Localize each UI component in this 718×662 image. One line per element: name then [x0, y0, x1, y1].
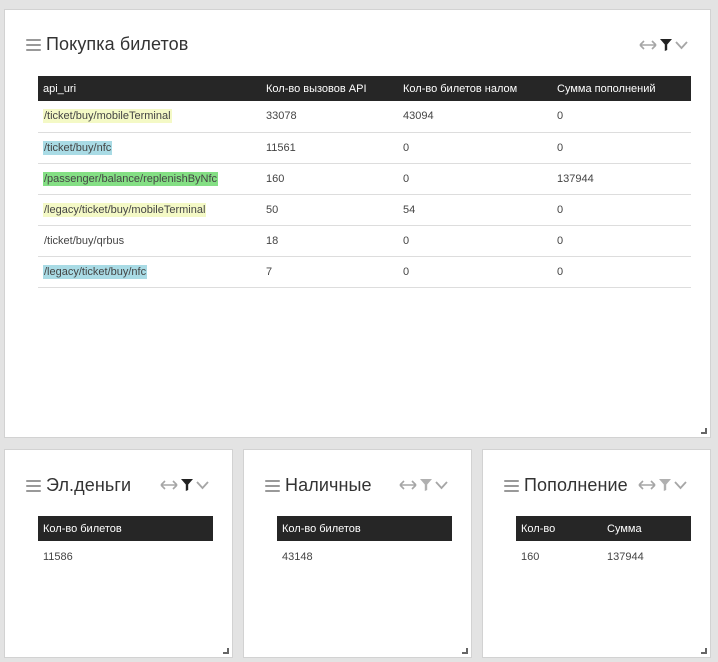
api-calls-cell: 33078: [266, 110, 297, 123]
api-calls-cell: 18: [266, 234, 279, 247]
replenishment-table: Кол-во Сумма 160 137944: [516, 516, 691, 572]
resize-corner-icon[interactable]: [701, 648, 707, 654]
panel-tools: [639, 39, 688, 51]
panel-tools: [399, 479, 448, 491]
panel-ticket-purchase: Покупка билетов api_uri Кол-во вызовов A…: [4, 9, 711, 438]
table-row: 160 137944: [516, 541, 691, 572]
chevron-down-icon[interactable]: [674, 480, 687, 490]
chevron-down-icon[interactable]: [435, 480, 448, 490]
ticket-count-cell: 43148: [282, 550, 313, 563]
api-uri-label: /ticket/buy/mobileTerminal: [43, 109, 172, 124]
panel-electronic-money: Эл.деньги Кол-во билетов 11586: [4, 449, 233, 658]
api-calls-cell: 50: [266, 203, 279, 216]
panel-cash: Наличные Кол-во билетов 43148: [243, 449, 472, 658]
panel-title: Наличные: [285, 475, 372, 495]
table-row: /ticket/buy/mobileTerminal 33078 43094 0: [38, 101, 691, 132]
table-header-row: Кол-во билетов: [277, 516, 452, 541]
count-cell: 160: [521, 550, 540, 563]
table-row: /passenger/balance/replenishByNfc 160 0 137…: [38, 163, 691, 194]
column-header-cash-tickets[interactable]: Кол-во билетов налом: [398, 76, 552, 101]
table-row: /legacy/ticket/buy/nfc 7 0 0: [38, 256, 691, 287]
api-uri-cell: /ticket/buy/nfc: [38, 132, 261, 163]
api-uri-label: /legacy/ticket/buy/mobileTerminal: [43, 202, 207, 217]
panel-tools: [160, 479, 209, 491]
hamburger-menu-icon[interactable]: [504, 479, 519, 492]
filter-funnel-icon[interactable]: [659, 479, 671, 491]
replenish-sum-cell: 0: [557, 203, 564, 216]
chevron-down-icon[interactable]: [196, 480, 209, 490]
resize-corner-icon[interactable]: [223, 648, 229, 654]
table-header-row: Кол-во билетов: [38, 516, 213, 541]
panel-header: Эл.деньги: [26, 475, 131, 496]
table-header-row: Кол-во Сумма: [516, 516, 691, 541]
api-uri-cell: /legacy/ticket/buy/mobileTerminal: [38, 194, 261, 225]
cash-tickets-table: Кол-во билетов 43148: [277, 516, 452, 572]
horizontal-arrows-icon[interactable]: [399, 479, 417, 491]
api-calls-cell: 7: [266, 265, 273, 278]
api-uri-label: /ticket/buy/nfc: [43, 140, 113, 155]
api-uri-cell: /ticket/buy/qrbus: [38, 225, 261, 256]
sum-cell: 137944: [607, 550, 644, 563]
ticket-count-cell: 11586: [43, 550, 73, 563]
replenish-sum-cell: 137944: [557, 172, 594, 185]
filter-funnel-icon[interactable]: [181, 479, 193, 491]
cash-tickets-cell: 0: [403, 234, 410, 247]
panel-header: Покупка билетов: [26, 34, 188, 55]
horizontal-arrows-icon[interactable]: [160, 479, 178, 491]
chevron-down-icon[interactable]: [675, 40, 688, 50]
resize-corner-icon[interactable]: [701, 428, 707, 434]
horizontal-arrows-icon[interactable]: [639, 39, 657, 51]
column-header-api-uri[interactable]: api_uri: [38, 76, 261, 101]
table-row: 43148: [277, 541, 452, 572]
electronic-tickets-table: Кол-во билетов 11586: [38, 516, 213, 572]
api-uri-cell: /passenger/balance/replenishByNfc: [38, 163, 261, 194]
api-uri-label: /passenger/balance/replenishByNfc: [43, 171, 219, 186]
cash-tickets-cell: 0: [403, 141, 410, 154]
column-header-sum[interactable]: Сумма: [602, 516, 691, 541]
hamburger-menu-icon[interactable]: [265, 479, 280, 492]
panel-replenishment: Пополнение Кол-во Сумма 160 137944: [482, 449, 711, 658]
table-row: /legacy/ticket/buy/mobileTerminal 50 54 0: [38, 194, 691, 225]
hamburger-menu-icon[interactable]: [26, 479, 41, 492]
api-calls-cell: 160: [266, 172, 285, 185]
replenish-sum-cell: 0: [557, 141, 564, 154]
column-header-count[interactable]: Кол-во: [516, 516, 602, 541]
resize-corner-icon[interactable]: [462, 648, 468, 654]
filter-funnel-icon[interactable]: [420, 479, 432, 491]
api-uri-label: /ticket/buy/qrbus: [44, 234, 125, 247]
api-uri-label: /legacy/ticket/buy/nfc: [43, 264, 148, 279]
column-header-replenish-sum[interactable]: Сумма пополнений: [552, 76, 691, 101]
panel-header: Наличные: [265, 475, 372, 496]
cash-tickets-cell: 0: [403, 265, 410, 278]
filter-funnel-icon[interactable]: [660, 39, 672, 51]
column-header-ticket-count[interactable]: Кол-во билетов: [277, 516, 452, 541]
cash-tickets-cell: 43094: [403, 110, 434, 123]
api-calls-table: api_uri Кол-во вызовов API Кол-во билето…: [38, 76, 691, 288]
cash-tickets-cell: 0: [403, 172, 410, 185]
replenish-sum-cell: 0: [557, 265, 564, 278]
cash-tickets-cell: 54: [403, 203, 416, 216]
table-row: /ticket/buy/nfc 11561 0 0: [38, 132, 691, 163]
panel-title: Эл.деньги: [46, 475, 132, 495]
column-header-ticket-count[interactable]: Кол-во билетов: [38, 516, 213, 541]
column-header-api-calls[interactable]: Кол-во вызовов API: [261, 76, 398, 101]
api-uri-cell: /ticket/buy/mobileTerminal: [38, 101, 261, 132]
hamburger-menu-icon[interactable]: [26, 38, 41, 51]
replenish-sum-cell: 0: [557, 110, 564, 123]
table-header-row: api_uri Кол-во вызовов API Кол-во билето…: [38, 76, 691, 101]
panel-header: Пополнение: [504, 475, 628, 496]
horizontal-arrows-icon[interactable]: [638, 479, 656, 491]
panel-title: Покупка билетов: [46, 34, 189, 54]
panel-tools: [638, 479, 687, 491]
api-uri-cell: /legacy/ticket/buy/nfc: [38, 256, 261, 287]
table-row: /ticket/buy/qrbus 18 0 0: [38, 225, 691, 256]
table-row: 11586: [38, 541, 213, 572]
replenish-sum-cell: 0: [557, 234, 564, 247]
api-calls-cell: 11561: [266, 141, 296, 154]
panel-title: Пополнение: [524, 475, 628, 495]
